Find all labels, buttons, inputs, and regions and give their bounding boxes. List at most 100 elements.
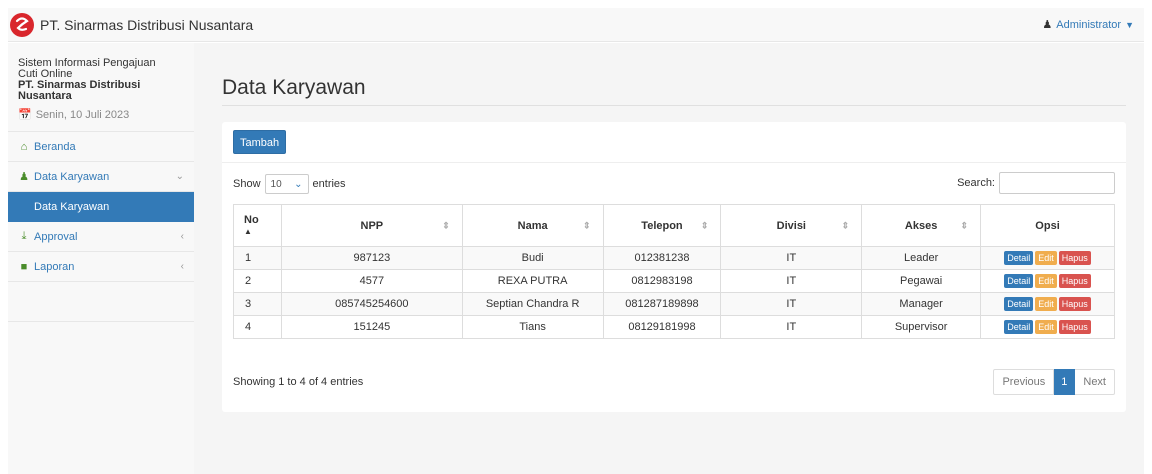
entries-select[interactable]: 10 ⌄ xyxy=(264,174,309,194)
cell-no: 2 xyxy=(233,269,282,293)
cell-nama: REXA PUTRA xyxy=(461,269,604,293)
user-icon: ♟ xyxy=(1042,19,1053,31)
delete-button[interactable]: Hapus xyxy=(1058,297,1091,311)
column-header-telepon[interactable]: Telepon ⇕ xyxy=(602,204,722,247)
sidebar-item-label: Beranda xyxy=(34,140,76,153)
sidebar-item-label: Data Karyawan xyxy=(34,170,110,183)
detail-button[interactable]: Detail xyxy=(1004,274,1034,288)
edit-button[interactable]: Edit xyxy=(1035,274,1057,288)
column-label: Divisi xyxy=(776,219,806,232)
edit-button[interactable]: Edit xyxy=(1035,320,1057,334)
cell-npp: 151245 xyxy=(280,315,463,339)
page-1-button[interactable]: 1 xyxy=(1054,369,1076,395)
entries-value: 10 xyxy=(270,178,282,190)
column-header-opsi: Opsi xyxy=(980,204,1115,247)
sidebar-item-approval[interactable]: ⤓ Approval ‹ xyxy=(8,222,194,252)
approval-icon: ⤓ xyxy=(21,230,27,242)
sort-icon: ⇕ xyxy=(582,220,591,230)
cell-telepon: 08129181998 xyxy=(602,315,722,339)
delete-button[interactable]: Hapus xyxy=(1058,251,1091,265)
home-icon: ⌂ xyxy=(20,140,28,153)
sort-icon: ⇕ xyxy=(442,220,450,230)
date-text: Senin, 10 Juli 2023 xyxy=(35,108,130,121)
search-control: Search: xyxy=(957,172,1115,194)
table-header-row: No ▲ NPP ⇕ Nama ⇕ Telepon ⇕ Divisi ⇕ Akses ⇕ O… xyxy=(233,204,1115,247)
sort-asc-icon: ▲ xyxy=(244,226,252,236)
cell-akses: Supervisor xyxy=(861,315,982,339)
cell-npp: 085745254600 xyxy=(280,292,463,316)
delete-button[interactable]: Hapus xyxy=(1058,274,1091,288)
brand-name: PT. Sinarmas Distribusi Nusantara xyxy=(40,16,254,33)
sidebar-item-data-karyawan[interactable]: ♟ Data Karyawan ⌄ xyxy=(8,162,194,192)
previous-page-button[interactable]: Previous xyxy=(993,369,1055,395)
column-header-divisi[interactable]: Divisi ⇕ xyxy=(720,204,863,247)
cell-opsi: Detail Edit Hapus xyxy=(980,246,1115,270)
sort-icon: ⇕ xyxy=(841,220,850,230)
column-label: Telepon xyxy=(641,219,683,232)
column-label: No xyxy=(244,213,259,226)
cell-akses: Pegawai xyxy=(861,269,982,293)
show-label: Show xyxy=(233,178,261,190)
column-label: Akses xyxy=(904,219,938,232)
sidebar-spacer xyxy=(8,282,194,322)
chevron-down-icon: ⌄ xyxy=(175,171,184,182)
detail-button[interactable]: Detail xyxy=(1004,297,1034,311)
column-header-no[interactable]: No ▲ xyxy=(233,204,282,247)
sort-icon: ⇕ xyxy=(960,220,969,230)
cell-no: 1 xyxy=(233,246,282,270)
top-navbar: PT. Sinarmas Distribusi Nusantara ♟ Admi… xyxy=(8,8,1144,42)
chevron-left-icon: ‹ xyxy=(180,261,184,272)
chevron-down-icon: ⌄ xyxy=(294,178,303,190)
sidebar-header: Sistem Informasi Pengajuan Cuti Online P… xyxy=(8,43,194,132)
entries-length-control: Show 10 ⌄ entries xyxy=(233,174,346,194)
column-header-npp[interactable]: NPP ⇕ xyxy=(280,204,463,247)
cell-opsi: Detail Edit Hapus xyxy=(980,292,1115,316)
detail-button[interactable]: Detail xyxy=(1004,251,1034,265)
column-label: NPP xyxy=(360,219,384,232)
current-date: 📅 Senin, 10 Juli 2023 xyxy=(18,108,186,122)
cell-npp: 987123 xyxy=(280,246,463,270)
sort-icon: ⇕ xyxy=(700,220,709,230)
folder-icon: ■ xyxy=(20,260,28,273)
cell-divisi: IT xyxy=(720,246,863,270)
next-page-button[interactable]: Next xyxy=(1075,369,1115,395)
column-label: Opsi xyxy=(1035,219,1060,232)
edit-button[interactable]: Edit xyxy=(1035,251,1057,265)
cell-no: 3 xyxy=(233,292,282,316)
company-line2: Nusantara xyxy=(18,90,72,102)
cell-telepon: 012381238 xyxy=(602,246,722,270)
table-row: 1 987123 Budi 012381238 IT Leader Detail… xyxy=(233,246,1115,270)
entries-label: entries xyxy=(312,178,346,190)
cell-divisi: IT xyxy=(720,315,863,339)
user-dropdown[interactable]: ♟ Administrator ▼ xyxy=(1042,18,1134,32)
caret-down-icon: ▼ xyxy=(1125,19,1134,30)
title-divider xyxy=(222,105,1126,106)
add-button[interactable]: Tambah xyxy=(233,130,287,154)
chevron-left-icon: ‹ xyxy=(180,231,184,242)
column-label: Nama xyxy=(517,219,548,232)
panel-divider xyxy=(222,162,1126,163)
detail-button[interactable]: Detail xyxy=(1004,320,1034,334)
edit-button[interactable]: Edit xyxy=(1035,297,1057,311)
company-logo-icon xyxy=(10,12,34,37)
user-name: Administrator xyxy=(1056,18,1122,31)
users-icon: ♟ xyxy=(19,171,29,183)
page-title: Data Karyawan xyxy=(222,76,366,99)
cell-nama: Budi xyxy=(461,246,604,270)
cell-nama: Septian Chandra R xyxy=(461,292,604,316)
cell-akses: Manager xyxy=(861,292,982,316)
column-header-nama[interactable]: Nama ⇕ xyxy=(461,204,604,247)
cell-divisi: IT xyxy=(720,269,863,293)
table-info: Showing 1 to 4 of 4 entries xyxy=(233,376,364,388)
brand[interactable]: PT. Sinarmas Distribusi Nusantara xyxy=(8,8,253,41)
table-row: 4 151245 Tians 08129181998 IT Supervisor… xyxy=(233,315,1115,339)
sidebar-item-laporan[interactable]: ■ Laporan ‹ xyxy=(8,252,194,282)
column-header-akses[interactable]: Akses ⇕ xyxy=(861,204,982,247)
data-panel: Tambah Show 10 ⌄ entries Search: No ▲ NPP… xyxy=(222,122,1126,412)
search-label: Search: xyxy=(957,177,995,189)
delete-button[interactable]: Hapus xyxy=(1058,320,1091,334)
sidebar-subitem-data-karyawan[interactable]: Data Karyawan xyxy=(8,192,194,222)
calendar-icon: 📅 xyxy=(18,109,32,121)
sidebar-item-beranda[interactable]: ⌂ Beranda xyxy=(8,132,194,162)
search-input[interactable] xyxy=(999,172,1115,194)
